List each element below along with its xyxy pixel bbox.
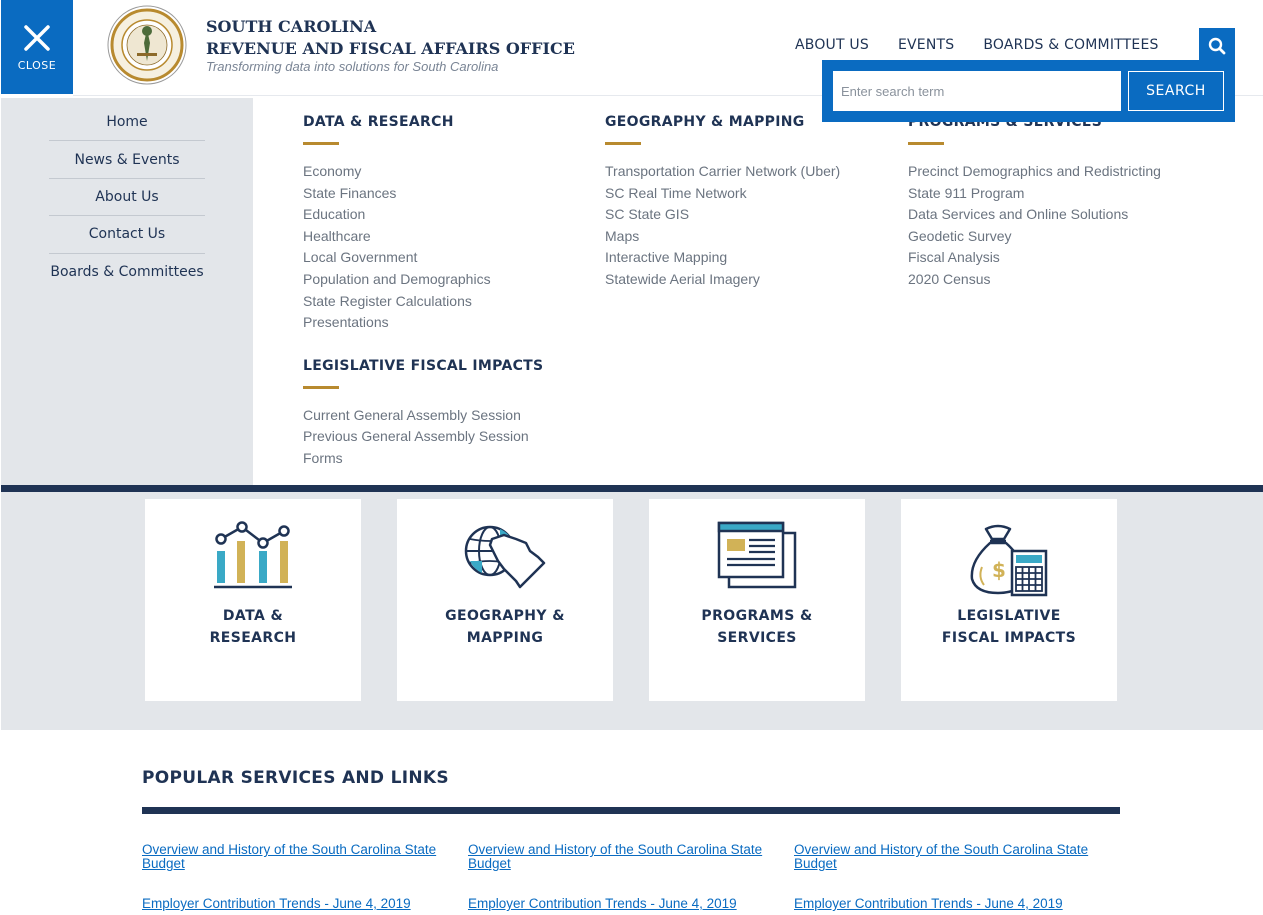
menu-heading-geography-mapping[interactable]: GEOGRAPHY & MAPPING — [605, 114, 840, 130]
menu-link[interactable]: Forms — [303, 448, 543, 470]
popular-heading: POPULAR SERVICES AND LINKS — [142, 768, 449, 788]
topnav-about-us[interactable]: ABOUT US — [795, 37, 869, 53]
popular-link[interactable]: Employer Contribution Trends - June 4, 2… — [794, 897, 1094, 911]
menu-link[interactable]: Precinct Demographics and Redistricting — [908, 161, 1161, 183]
popular-link[interactable]: Employer Contribution Trends - June 4, 2… — [468, 897, 768, 911]
menu-link[interactable]: Fiscal Analysis — [908, 247, 1161, 269]
topnav-boards-committees[interactable]: BOARDS & COMMITTEES — [983, 37, 1158, 53]
menu-link[interactable]: Healthcare — [303, 226, 543, 248]
card-legislative-fiscal-impacts[interactable]: $ LEGISLATIVE FISCAL IMPACTS — [901, 499, 1117, 701]
card-title-line: LEGISLATIVE — [957, 608, 1061, 624]
card-title-line: MAPPING — [466, 630, 544, 646]
popular-services-section: POPULAR SERVICES AND LINKS Overview and … — [142, 768, 1120, 911]
search-submit-button[interactable]: SEARCH — [1128, 71, 1224, 111]
popular-link[interactable]: Overview and History of the South Caroli… — [142, 843, 442, 871]
close-icon — [24, 24, 50, 51]
popular-link[interactable]: Employer Contribution Trends - June 4, 2… — [142, 897, 442, 911]
menu-group-legislative: LEGISLATIVE FISCAL IMPACTS Current Gener… — [303, 358, 543, 470]
popular-links-column: Overview and History of the South Caroli… — [142, 843, 442, 911]
mega-menu: DATA & RESEARCH Economy State Finances E… — [253, 98, 1263, 485]
brand-tagline: Transforming data into solutions for Sou… — [206, 59, 499, 74]
card-title: PROGRAMS & SERVICES — [701, 605, 812, 649]
card-title-line: FISCAL IMPACTS — [941, 630, 1077, 646]
heading-rule — [303, 385, 339, 389]
card-data-research[interactable]: DATA & RESEARCH — [145, 499, 361, 701]
svg-text:$: $ — [992, 558, 1006, 582]
menu-link[interactable]: Education — [303, 204, 543, 226]
menu-column-data-research: DATA & RESEARCH Economy State Finances E… — [303, 114, 543, 470]
feature-band: DATA & RESEARCH GEOGRAPHY & MAPPING PROG… — [1, 485, 1263, 730]
documents-icon — [717, 521, 797, 589]
heading-rule — [908, 142, 944, 145]
search-toggle-button[interactable] — [1199, 28, 1235, 64]
card-title: GEOGRAPHY & MAPPING — [445, 605, 565, 649]
popular-link[interactable]: Overview and History of the South Caroli… — [794, 843, 1094, 871]
menu-link[interactable]: 2020 Census — [908, 269, 1161, 291]
menu-link[interactable]: SC State GIS — [605, 204, 840, 226]
side-nav: Home News & Events About Us Contact Us B… — [1, 98, 253, 485]
menu-heading-data-research[interactable]: DATA & RESEARCH — [303, 114, 543, 130]
menu-heading-legislative-fiscal-impacts[interactable]: LEGISLATIVE FISCAL IMPACTS — [303, 358, 543, 374]
menu-link[interactable]: SC Real Time Network — [605, 183, 840, 205]
brand-line-2: REVENUE AND FISCAL AFFAIRS OFFICE — [206, 39, 575, 58]
search-input[interactable] — [833, 71, 1121, 111]
state-seal-logo[interactable] — [107, 5, 187, 85]
sidenav-contact-us[interactable]: Contact Us — [49, 216, 205, 254]
card-geography-mapping[interactable]: GEOGRAPHY & MAPPING — [397, 499, 613, 701]
section-divider — [142, 807, 1120, 814]
card-title: DATA & RESEARCH — [210, 605, 297, 649]
brand-line-1: SOUTH CAROLINA — [206, 17, 377, 36]
chart-icon — [214, 521, 292, 589]
menu-link[interactable]: Geodetic Survey — [908, 226, 1161, 248]
close-label: CLOSE — [17, 58, 57, 72]
card-title-line: SERVICES — [717, 630, 797, 646]
site-brand[interactable]: SOUTH CAROLINA REVENUE AND FISCAL AFFAIR… — [206, 16, 575, 74]
sidenav-home[interactable]: Home — [49, 104, 205, 142]
sidenav-boards-committees[interactable]: Boards & Committees — [49, 254, 205, 291]
popular-links-column: Overview and History of the South Caroli… — [794, 843, 1094, 911]
card-programs-services[interactable]: PROGRAMS & SERVICES — [649, 499, 865, 701]
menu-link[interactable]: Economy — [303, 161, 543, 183]
menu-link[interactable]: Transportation Carrier Network (Uber) — [605, 161, 840, 183]
menu-link[interactable]: Current General Assembly Session — [303, 405, 543, 427]
popular-link[interactable]: Overview and History of the South Caroli… — [468, 843, 768, 871]
topnav-events[interactable]: EVENTS — [898, 37, 954, 53]
menu-link[interactable]: Population and Demographics — [303, 269, 543, 291]
menu-column-programs-services: PROGRAMS & SERVICES Precinct Demographic… — [908, 114, 1161, 291]
menu-link[interactable]: Statewide Aerial Imagery — [605, 269, 840, 291]
globe-map-icon — [464, 525, 546, 589]
card-title-line: DATA & — [222, 608, 284, 624]
money-bag-calculator-icon: $ — [970, 524, 1048, 597]
sidenav-about-us[interactable]: About Us — [49, 179, 205, 217]
heading-rule — [303, 142, 339, 145]
search-panel: SEARCH — [822, 60, 1235, 122]
menu-link[interactable]: Interactive Mapping — [605, 247, 840, 269]
card-title-line: GEOGRAPHY & — [445, 608, 565, 624]
card-title: LEGISLATIVE FISCAL IMPACTS — [942, 605, 1076, 649]
menu-link[interactable]: Local Government — [303, 247, 543, 269]
menu-link[interactable]: Previous General Assembly Session — [303, 426, 543, 448]
menu-link[interactable]: Data Services and Online Solutions — [908, 204, 1161, 226]
card-title-line: PROGRAMS & — [701, 608, 813, 624]
popular-links-column: Overview and History of the South Caroli… — [468, 843, 768, 911]
menu-link[interactable]: State Finances — [303, 183, 543, 205]
top-nav: ABOUT US EVENTS BOARDS & COMMITTEES — [795, 37, 1159, 53]
menu-link[interactable]: Presentations — [303, 312, 543, 334]
search-icon — [1208, 37, 1226, 55]
menu-column-geography-mapping: GEOGRAPHY & MAPPING Transportation Carri… — [605, 114, 840, 291]
heading-rule — [605, 142, 641, 145]
card-title-line: RESEARCH — [209, 630, 297, 646]
menu-link[interactable]: State Register Calculations — [303, 291, 543, 313]
menu-link[interactable]: State 911 Program — [908, 183, 1161, 205]
close-menu-button[interactable]: CLOSE — [1, 0, 73, 94]
sidenav-news-events[interactable]: News & Events — [49, 141, 205, 179]
menu-link[interactable]: Maps — [605, 226, 840, 248]
